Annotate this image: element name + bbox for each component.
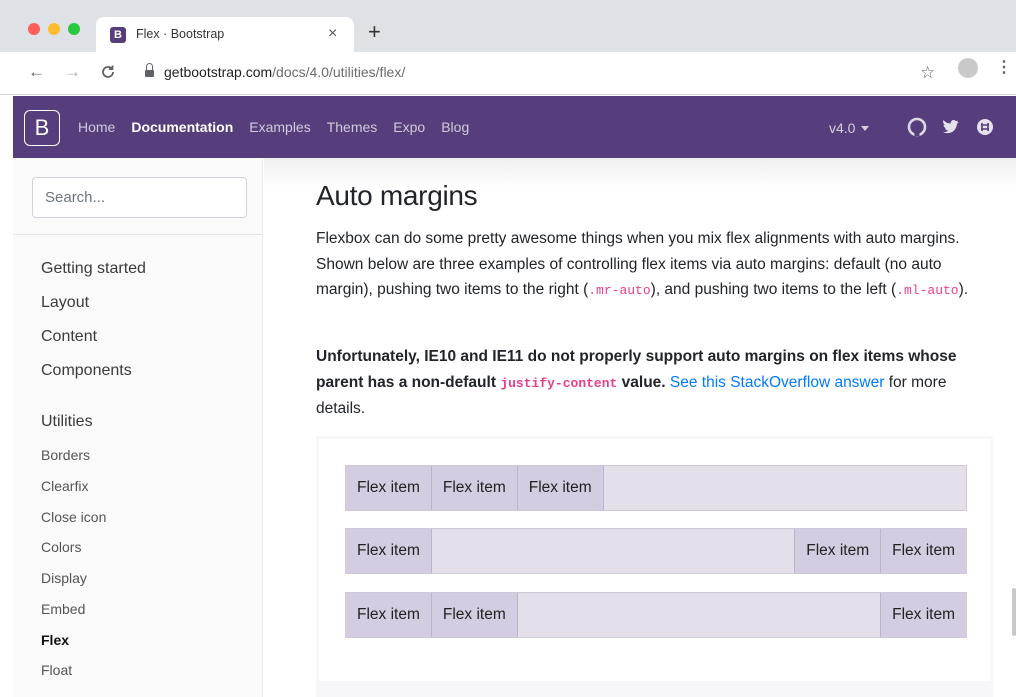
site-navbar: B Home Documentation Examples Themes Exp… <box>13 96 1016 158</box>
sidebar-item-display[interactable]: Display <box>41 570 87 586</box>
nav-documentation-link[interactable]: Documentation <box>131 119 233 135</box>
flex-item: Flex item <box>346 593 432 637</box>
nav-blog-link[interactable]: Blog <box>441 119 469 135</box>
close-window-button[interactable] <box>28 23 40 35</box>
scrollbar-thumb[interactable] <box>1012 588 1016 636</box>
sidebar-group-getting-started[interactable]: Getting started <box>41 260 146 278</box>
code-block-top <box>316 681 993 697</box>
flex-spacer <box>518 593 880 637</box>
code-justify-content: justify-content <box>500 375 618 391</box>
github-icon[interactable] <box>907 117 927 137</box>
flex-row-default: Flex item Flex item Flex item <box>345 465 967 511</box>
nav-themes-link[interactable]: Themes <box>327 119 378 135</box>
sidebar-group-content[interactable]: Content <box>41 328 97 346</box>
page-title: Auto margins <box>316 180 478 211</box>
twitter-icon[interactable] <box>941 117 961 137</box>
nav-examples-link[interactable]: Examples <box>249 119 310 135</box>
flex-item: Flex item <box>431 466 518 510</box>
code-mr-auto: .mr-auto <box>588 283 651 298</box>
flex-item: Flex item <box>880 529 966 573</box>
intro-text-end: ). <box>958 281 969 298</box>
browser-chrome: B Flex · Bootstrap × + ← → getbootstrap.… <box>0 0 1016 95</box>
back-arrow-icon[interactable]: ← <box>28 62 45 82</box>
flex-item: Flex item <box>346 529 432 573</box>
nav-links: Home Documentation Examples Themes Expo … <box>78 119 485 135</box>
tab-title: Flex · Bootstrap <box>136 27 225 41</box>
bootstrap-logo-icon[interactable]: B <box>24 110 60 146</box>
flex-spacer <box>604 466 966 510</box>
bootstrap-favicon-icon: B <box>110 27 126 43</box>
example-box: Flex item Flex item Flex item Flex item … <box>316 436 993 681</box>
warning-text-end: value. <box>617 373 666 391</box>
sidebar-item-borders[interactable]: Borders <box>41 447 90 463</box>
version-dropdown[interactable]: v4.0 <box>829 120 870 136</box>
slack-icon[interactable] <box>975 117 995 137</box>
version-label: v4.0 <box>829 120 856 136</box>
search-input[interactable] <box>32 177 247 218</box>
search-container <box>13 158 263 235</box>
new-tab-button[interactable]: + <box>368 21 381 43</box>
url-host: getbootstrap.com <box>164 64 273 80</box>
sidebar-group-utilities[interactable]: Utilities <box>41 413 93 431</box>
bookmark-star-icon[interactable]: ☆ <box>920 63 935 83</box>
sidebar-item-float[interactable]: Float <box>41 662 72 678</box>
intro-paragraph: Flexbox can do some pretty awesome thing… <box>316 226 976 304</box>
browser-toolbar: ← → getbootstrap.com/docs/4.0/utilities/… <box>0 52 1016 95</box>
sidebar-item-close-icon[interactable]: Close icon <box>41 509 106 525</box>
minimize-window-button[interactable] <box>48 23 60 35</box>
profile-avatar-icon[interactable] <box>958 58 978 78</box>
maximize-window-button[interactable] <box>68 23 80 35</box>
nav-home-link[interactable]: Home <box>78 119 115 135</box>
docs-sidebar: Getting started Layout Content Component… <box>13 158 263 697</box>
warning-paragraph: Unfortunately, IE10 and IE11 do not prop… <box>316 344 976 422</box>
sidebar-item-clearfix[interactable]: Clearfix <box>41 478 88 494</box>
flex-item: Flex item <box>517 466 604 510</box>
flex-row-mr-auto: Flex item Flex item Flex item <box>345 528 967 574</box>
flex-item: Flex item <box>794 529 881 573</box>
stackoverflow-link[interactable]: See this StackOverflow answer <box>670 374 885 391</box>
sidebar-item-colors[interactable]: Colors <box>41 539 81 555</box>
flex-row-ml-auto: Flex item Flex item Flex item <box>345 592 967 638</box>
sidebar-group-components[interactable]: Components <box>41 362 132 380</box>
flex-spacer <box>432 529 794 573</box>
url-text[interactable]: getbootstrap.com/docs/4.0/utilities/flex… <box>164 64 405 80</box>
reload-icon[interactable] <box>100 62 116 85</box>
forward-arrow-icon[interactable]: → <box>64 62 81 82</box>
address-bar[interactable]: getbootstrap.com/docs/4.0/utilities/flex… <box>134 58 948 88</box>
lock-icon <box>145 63 154 78</box>
browser-menu-icon[interactable]: ⋮ <box>996 58 1012 78</box>
browser-tab[interactable]: B Flex · Bootstrap × <box>96 17 354 52</box>
sidebar-item-flex[interactable]: Flex <box>41 632 69 648</box>
flex-item: Flex item <box>880 593 966 637</box>
main-content: Auto margins Flexbox can do some pretty … <box>264 158 1016 697</box>
window-controls <box>28 23 80 35</box>
sidebar-group-layout[interactable]: Layout <box>41 294 89 312</box>
tab-strip: B Flex · Bootstrap × + <box>0 0 1016 52</box>
flex-item: Flex item <box>346 466 432 510</box>
code-ml-auto: .ml-auto <box>896 283 959 298</box>
close-tab-icon[interactable]: × <box>328 25 337 43</box>
caret-down-icon <box>861 126 870 131</box>
nav-expo-link[interactable]: Expo <box>393 119 425 135</box>
intro-text-mid: ), and pushing two items to the left ( <box>650 281 897 298</box>
url-path: /docs/4.0/utilities/flex/ <box>272 64 406 80</box>
flex-item: Flex item <box>431 593 518 637</box>
sidebar-item-embed[interactable]: Embed <box>41 601 85 617</box>
